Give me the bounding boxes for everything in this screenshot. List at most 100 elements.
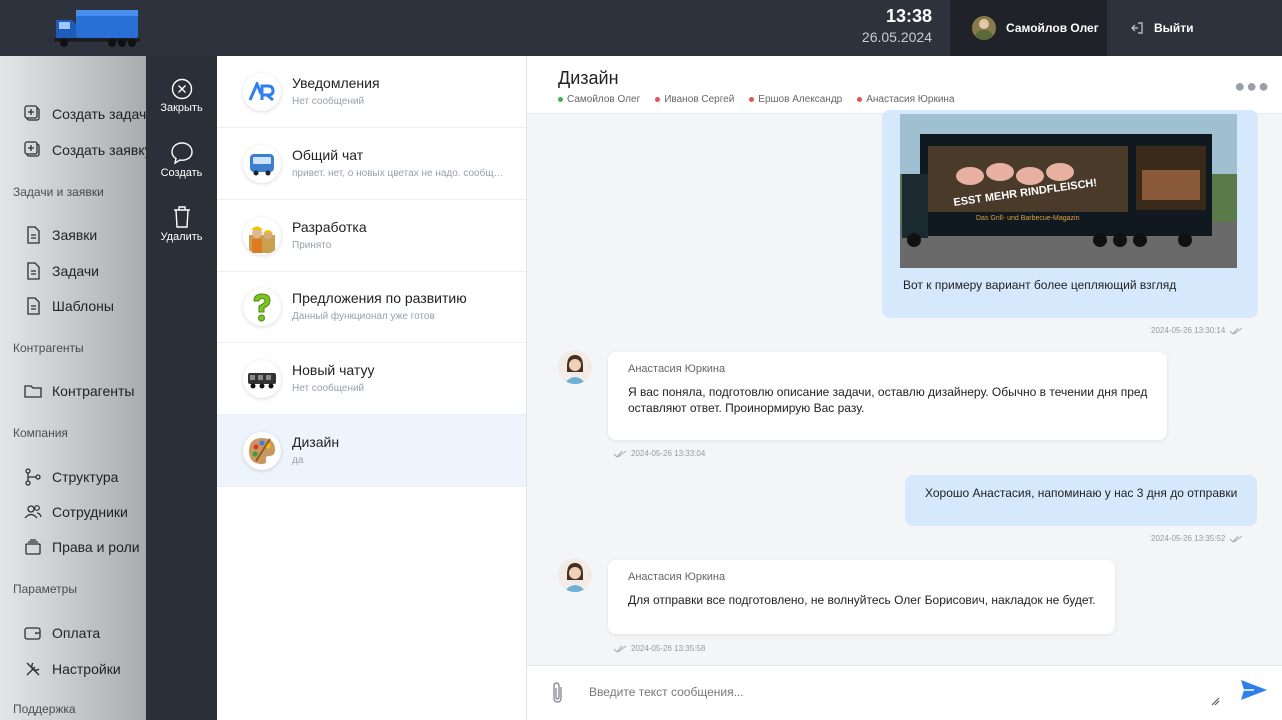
nav-label: Шаблоны: [52, 298, 114, 314]
nav-section-params: Параметры: [13, 582, 77, 596]
nav-label: Заявки: [52, 227, 98, 243]
nav-section-tasks: Задачи и заявки: [13, 185, 104, 199]
message-input[interactable]: [589, 680, 1189, 704]
logout-icon: [1131, 22, 1143, 34]
avatar[interactable]: [558, 558, 592, 592]
incoming-message: Анастасия Юркина Я вас поняла, подготовл…: [608, 352, 1167, 440]
users-icon: [24, 505, 42, 519]
nav-create-task[interactable]: Создать задачу: [24, 105, 153, 123]
chat-item-new[interactable]: Новый чатуу Нет сообщений: [217, 343, 526, 415]
create-chat-button[interactable]: Создать: [146, 141, 217, 179]
logout-label: Выйти: [1154, 21, 1194, 35]
participant-name: Анастасия Юркина: [866, 94, 955, 105]
chat-subtitle: Принято: [292, 240, 332, 251]
nav-section-company: Компания: [13, 426, 68, 440]
outgoing-message: ESST MEHR RINDFLEISCH! Das Grill- und Ba…: [882, 110, 1258, 318]
chat-item-development[interactable]: Разработка Принято: [217, 200, 526, 272]
online-status-dot: [558, 97, 563, 102]
send-icon[interactable]: [1240, 678, 1268, 702]
chat-subtitle: привет. нет, о новых цветах не надо. соо…: [292, 168, 507, 179]
clock: 13:38 26.05.2024: [840, 6, 932, 48]
close-icon: [171, 78, 192, 100]
stack-icon: [25, 539, 41, 555]
document-icon: [27, 297, 40, 315]
nav-rights[interactable]: Права и роли: [24, 538, 140, 556]
nav-employees[interactable]: Сотрудники: [24, 503, 128, 521]
chat-list: Уведомления Нет сообщений Общий чат прив…: [217, 56, 527, 720]
conversation-panel: Дизайн Самойлов Олег Иванов Сергей Ершов…: [527, 56, 1282, 720]
delete-label: Удалить: [160, 231, 203, 243]
company-logo[interactable]: [54, 6, 142, 50]
conversation-header: Дизайн Самойлов Олег Иванов Сергей Ершов…: [527, 56, 1282, 114]
chat-item-general[interactable]: Общий чат привет. нет, о новых цветах не…: [217, 128, 526, 200]
avatar[interactable]: [558, 350, 592, 384]
chat-title: Дизайн: [292, 434, 340, 450]
nav-payment[interactable]: Оплата: [24, 624, 100, 642]
double-check-icon: [1229, 327, 1243, 335]
logout-button[interactable]: Выйти: [1130, 0, 1194, 56]
participant[interactable]: Самойлов Олег: [558, 94, 640, 105]
plus-square-icon: [24, 141, 40, 157]
left-navigation: Создать задачу Создать заявку Задачи и з…: [0, 56, 153, 720]
delete-button[interactable]: Удалить: [146, 205, 217, 243]
avatar: [972, 16, 996, 40]
wallet-icon: [24, 627, 41, 640]
nav-contractors[interactable]: Контрагенты: [24, 382, 134, 400]
nav-structure[interactable]: Структура: [24, 468, 118, 486]
chat-subtitle: Нет сообщений: [292, 383, 365, 394]
incoming-message: Анастасия Юркина Для отправки все подгот…: [608, 560, 1115, 634]
message-author: Анастасия Юркина: [628, 363, 726, 375]
chat-subtitle: да: [292, 455, 304, 466]
nav-tasks[interactable]: Задачи: [24, 262, 99, 280]
participant-name: Ершов Александр: [758, 94, 843, 105]
paperclip-icon[interactable]: [549, 681, 567, 705]
chat-title: Уведомления: [292, 75, 380, 91]
close-label: Закрыть: [160, 102, 203, 114]
chat-item-design[interactable]: Дизайн да: [217, 415, 526, 487]
nav-settings[interactable]: Настройки: [24, 660, 121, 678]
workers-icon: [243, 217, 281, 255]
message-timestamp: 2024-05-26 13:33:04: [631, 449, 706, 458]
participant[interactable]: Иванов Сергей: [655, 94, 734, 105]
top-header: 13:38 26.05.2024 Самойлов Олег Выйти: [0, 0, 1282, 56]
chat-item-proposals[interactable]: Предложения по развитию Данный функциона…: [217, 271, 526, 343]
create-label: Создать: [160, 167, 203, 179]
participant-name: Иванов Сергей: [664, 94, 735, 105]
message-meta: 2024-05-26 13:33:04: [609, 449, 705, 458]
double-check-icon: [1229, 535, 1243, 543]
nav-label: Структура: [52, 469, 119, 485]
nav-create-request[interactable]: Создать заявку: [24, 141, 152, 159]
participant[interactable]: Анастасия Юркина: [857, 94, 955, 105]
resize-handle-icon[interactable]: [1210, 696, 1220, 706]
chat-subtitle: Нет сообщений: [292, 96, 365, 107]
conversation-title: Дизайн: [558, 68, 619, 88]
nav-requests[interactable]: Заявки: [24, 226, 97, 244]
truck-advert-magazine: Das Grill- und Barbecue-Magazin: [976, 215, 1080, 222]
user-menu[interactable]: Самойлов Олег: [950, 0, 1107, 56]
more-options-icon[interactable]: ●●●: [1234, 76, 1270, 97]
nav-label: Создать заявку: [52, 142, 152, 158]
nav-templates[interactable]: Шаблоны: [24, 297, 114, 315]
nav-label: Создать задачу: [52, 106, 154, 122]
close-button[interactable]: Закрыть: [146, 78, 217, 114]
message-text: Вот к примеру вариант более цепляющий вз…: [903, 278, 1177, 292]
trash-icon: [173, 206, 190, 228]
chat-actions-panel: Закрыть Создать Удалить: [146, 56, 217, 720]
truck-advert-image[interactable]: ESST MEHR RINDFLEISCH! Das Grill- und Ba…: [900, 114, 1237, 268]
message-meta: 2024-05-26 13:35:52: [1151, 534, 1247, 543]
plus-square-icon: [24, 105, 40, 121]
message-text: Хорошо Анастасия, напоминаю у нас 3 дня …: [925, 486, 1238, 500]
clock-date: 26.05.2024: [861, 29, 932, 45]
message-composer: [527, 665, 1282, 720]
nav-label: Настройки: [52, 661, 121, 677]
message-timestamp: 2024-05-26 13:30:14: [1151, 326, 1226, 335]
bus-icon: [243, 145, 281, 183]
user-name: Самойлов Олег: [1006, 21, 1099, 35]
document-icon: [27, 226, 40, 244]
nav-label: Права и роли: [52, 539, 140, 555]
document-icon: [27, 262, 40, 280]
participant[interactable]: Ершов Александр: [749, 94, 842, 105]
participant-name: Самойлов Олег: [567, 94, 641, 105]
chat-item-notifications[interactable]: Уведомления Нет сообщений: [217, 56, 526, 128]
chat-title: Общий чат: [292, 147, 364, 163]
